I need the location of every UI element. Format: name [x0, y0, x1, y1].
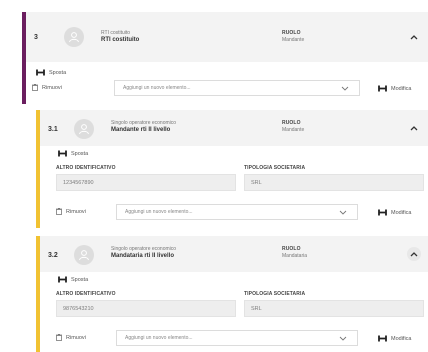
group-card-3: 3 RTI costituito RTI costituito RUOLO Ma… [22, 12, 428, 104]
modifica-button[interactable]: Modifica [378, 209, 411, 216]
user-icon [79, 124, 89, 135]
ruolo-value: Mandante [282, 127, 305, 133]
group-number: 3.1 [48, 126, 58, 133]
trash-icon [56, 208, 62, 215]
avatar [74, 119, 94, 139]
sposta-label: Sposta [49, 69, 67, 76]
select-placeholder: Aggiungi un nuovo elemento... [125, 335, 193, 341]
modifica-button[interactable]: Modifica [378, 335, 411, 342]
group-header[interactable]: 3.1 Singolo operatore economico Mandante… [40, 110, 428, 146]
page: { "colors": { "purple": "#6b1e5f", "yell… [0, 0, 428, 352]
edit-icon [378, 335, 387, 342]
group-number: 3.2 [48, 252, 58, 259]
ruolo-label: RUOLO [282, 120, 301, 126]
group-card-3-2: 3.2 Singolo operatore economico Mandatar… [36, 236, 428, 352]
group-title: RTI costituito [101, 37, 140, 43]
rimuovi-button[interactable]: Rimuovi [32, 84, 62, 91]
altro-identificativo-label: ALTRO IDENTIFICATIVO [56, 165, 116, 171]
tipologia-societaria-label: TIPOLOGIA SOCIETARIA [244, 165, 306, 171]
sposta-button[interactable]: Sposta [58, 276, 88, 283]
select-placeholder: Aggiungi un nuovo elemento... [123, 85, 191, 91]
rimuovi-button[interactable]: Rimuovi [56, 208, 86, 215]
ruolo-label: RUOLO [282, 246, 301, 252]
group-subtitle: Singolo operatore economico [111, 246, 177, 252]
chevron-down-icon [339, 336, 347, 341]
collapse-button[interactable] [407, 247, 421, 261]
group-title: Mandante rti II livello [111, 127, 171, 133]
edit-icon [378, 85, 387, 92]
add-element-select[interactable]: Aggiungi un nuovo elemento... [114, 80, 360, 96]
sposta-button[interactable]: Sposta [58, 150, 88, 157]
ruolo-value: Mandante [282, 37, 305, 43]
group-number: 3 [34, 34, 38, 41]
chevron-down-icon [341, 86, 349, 91]
modifica-label: Modifica [391, 335, 412, 342]
tipologia-societaria-label: TIPOLOGIA SOCIETARIA [244, 291, 306, 297]
group-card-3-1: 3.1 Singolo operatore economico Mandante… [36, 110, 428, 228]
altro-identificativo-label: ALTRO IDENTIFICATIVO [56, 291, 116, 297]
user-icon [69, 32, 79, 43]
group-header[interactable]: 3.2 Singolo operatore economico Mandatar… [40, 236, 428, 272]
trash-icon [32, 84, 38, 91]
rimuovi-label: Rimuovi [66, 334, 86, 341]
modifica-label: Modifica [391, 85, 412, 92]
sposta-label: Sposta [71, 276, 89, 283]
add-element-select[interactable]: Aggiungi un nuovo elemento... [116, 330, 358, 346]
sposta-label: Sposta [71, 150, 89, 157]
group-subtitle: RTI costituito [101, 30, 131, 36]
add-element-select[interactable]: Aggiungi un nuovo elemento... [116, 204, 358, 220]
altro-identificativo-field: 1234567890 [56, 174, 236, 191]
rimuovi-button[interactable]: Rimuovi [56, 334, 86, 341]
move-icon [36, 69, 45, 76]
tipologia-societaria-field: SRL [244, 300, 424, 317]
trash-icon [56, 334, 62, 341]
avatar [74, 245, 94, 265]
altro-identificativo-value: 9876543210 [63, 305, 94, 312]
move-icon [58, 276, 67, 283]
modifica-label: Modifica [391, 209, 412, 216]
group-subtitle: Singolo operatore economico [111, 120, 177, 126]
ruolo-value: Mandataria [282, 253, 308, 259]
avatar [64, 27, 84, 47]
move-icon [58, 150, 67, 157]
tipologia-societaria-field: SRL [244, 174, 424, 191]
tipologia-societaria-value: SRL [251, 305, 262, 312]
sposta-button[interactable]: Sposta [36, 69, 66, 76]
chevron-up-icon [410, 252, 418, 257]
user-icon [79, 250, 89, 261]
chevron-down-icon [339, 210, 347, 215]
group-title: Mandataria rti II livello [111, 253, 175, 259]
collapse-button[interactable] [407, 30, 421, 44]
altro-identificativo-value: 1234567890 [63, 179, 94, 186]
chevron-up-icon [410, 126, 418, 131]
modifica-button[interactable]: Modifica [378, 85, 411, 92]
altro-identificativo-field: 9876543210 [56, 300, 236, 317]
ruolo-label: RUOLO [282, 30, 301, 36]
group-header[interactable]: 3 RTI costituito RTI costituito RUOLO Ma… [26, 12, 428, 62]
collapse-button[interactable] [407, 121, 421, 135]
rimuovi-label: Rimuovi [66, 208, 86, 215]
edit-icon [378, 209, 387, 216]
tipologia-societaria-value: SRL [251, 179, 262, 186]
chevron-up-icon [410, 35, 418, 40]
rimuovi-label: Rimuovi [42, 84, 62, 91]
select-placeholder: Aggiungi un nuovo elemento... [125, 209, 193, 215]
